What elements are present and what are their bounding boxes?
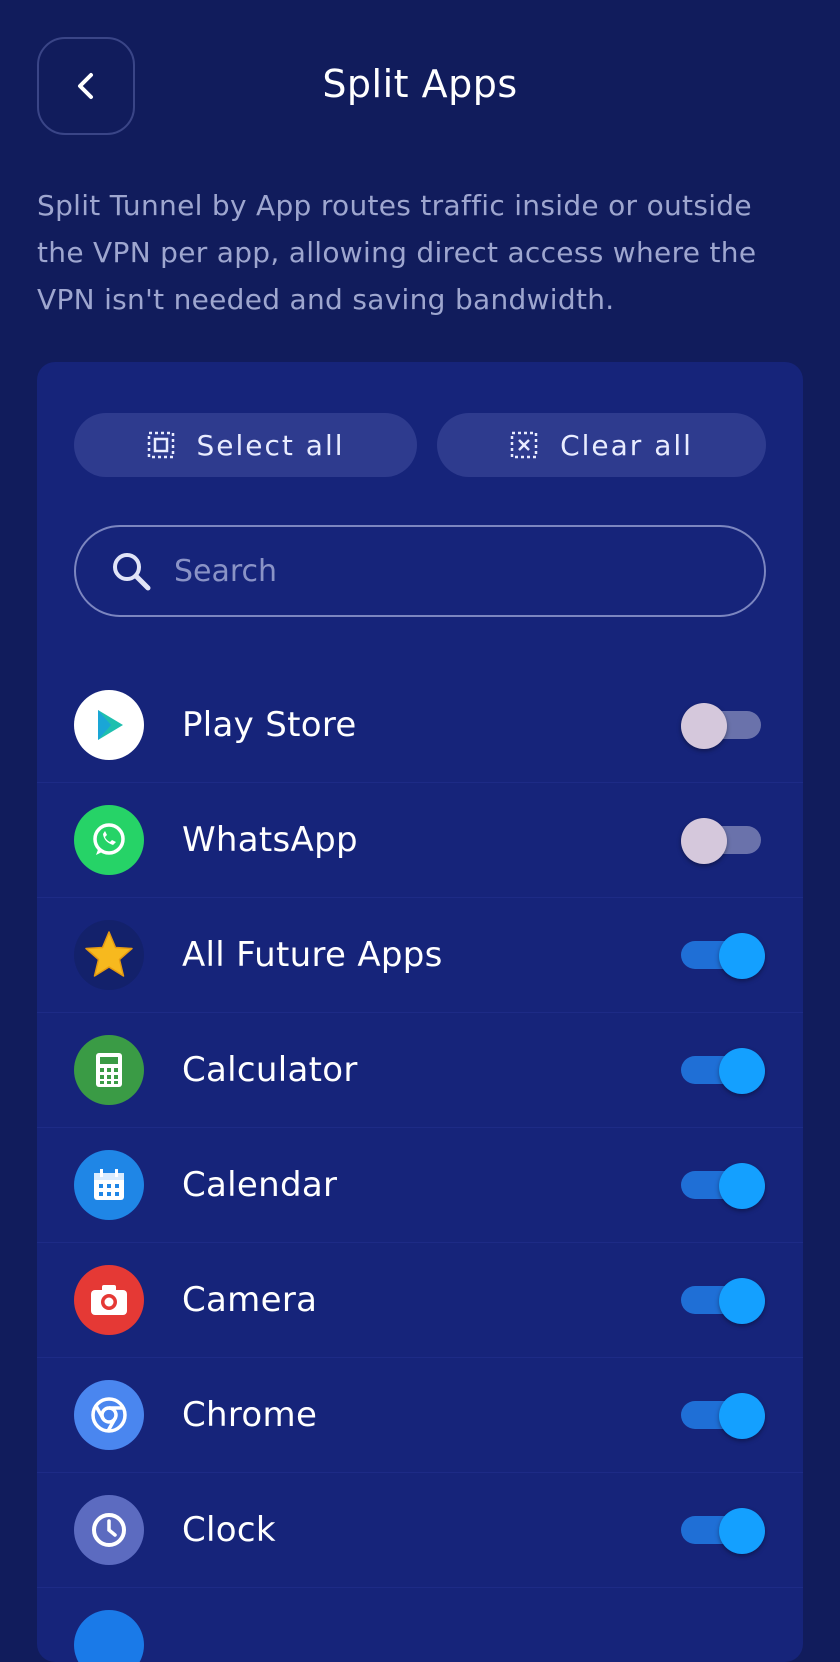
- app-row-camera[interactable]: Camera: [37, 1243, 803, 1358]
- app-name: Calculator: [182, 1050, 358, 1090]
- app-row-play-store[interactable]: Play Store: [37, 668, 803, 783]
- apps-panel: Select all Clear all Play Store: [37, 362, 803, 1662]
- toggle-knob: [719, 933, 765, 979]
- search-icon: [113, 553, 151, 591]
- toggle-knob: [681, 703, 727, 749]
- app-row-chrome[interactable]: Chrome: [37, 1358, 803, 1473]
- app-name: WhatsApp: [182, 820, 358, 860]
- app-toggle[interactable]: [681, 1048, 765, 1094]
- app-name: Camera: [182, 1280, 318, 1320]
- app-toggle[interactable]: [681, 933, 765, 979]
- description-text: Split Tunnel by App routes traffic insid…: [37, 189, 757, 316]
- app-toggle[interactable]: [681, 818, 761, 864]
- app-row-calculator[interactable]: Calculator: [37, 1013, 803, 1128]
- calculator-icon: [74, 1035, 144, 1105]
- app-toggle[interactable]: [681, 1163, 765, 1209]
- toggle-knob: [681, 818, 727, 864]
- camera-icon: [74, 1265, 144, 1335]
- select-all-label: Select all: [196, 428, 345, 462]
- app-row-whatsapp[interactable]: WhatsApp: [37, 783, 803, 898]
- app-list: Play Store WhatsApp All Future Apps Calc…: [37, 668, 803, 1662]
- toggle-knob: [719, 1048, 765, 1094]
- toggle-knob: [719, 1393, 765, 1439]
- clear-all-label: Clear all: [560, 428, 693, 462]
- toggle-knob: [719, 1278, 765, 1324]
- app-name: All Future Apps: [182, 935, 443, 975]
- toggle-knob: [719, 1163, 765, 1209]
- app-row-partial[interactable]: [37, 1588, 803, 1662]
- header: Split Apps: [0, 0, 840, 175]
- clock-icon: [74, 1495, 144, 1565]
- clear-all-button[interactable]: Clear all: [437, 413, 766, 477]
- app-toggle[interactable]: [681, 1278, 765, 1324]
- app-row-clock[interactable]: Clock: [37, 1473, 803, 1588]
- play-store-icon: [74, 690, 144, 760]
- select-all-icon: [147, 431, 174, 459]
- whatsapp-icon: [74, 805, 144, 875]
- search-input[interactable]: [172, 552, 696, 590]
- app-name: Play Store: [182, 705, 357, 745]
- chrome-icon: [74, 1380, 144, 1450]
- app-name: Calendar: [182, 1165, 338, 1205]
- app-icon-partial: [74, 1610, 144, 1662]
- toggle-knob: [719, 1508, 765, 1554]
- select-all-button[interactable]: Select all: [74, 413, 417, 477]
- app-toggle[interactable]: [681, 703, 761, 749]
- page-title: Split Apps: [322, 62, 518, 106]
- app-row-all-future-apps[interactable]: All Future Apps: [37, 898, 803, 1013]
- app-toggle[interactable]: [681, 1393, 765, 1439]
- calendar-icon: [74, 1150, 144, 1220]
- app-name: Chrome: [182, 1395, 318, 1435]
- clear-all-icon: [510, 431, 538, 459]
- star-icon: [74, 920, 144, 990]
- app-name: Clock: [182, 1510, 276, 1550]
- app-toggle[interactable]: [681, 1508, 765, 1554]
- search-box[interactable]: [74, 525, 766, 617]
- app-row-calendar[interactable]: Calendar: [37, 1128, 803, 1243]
